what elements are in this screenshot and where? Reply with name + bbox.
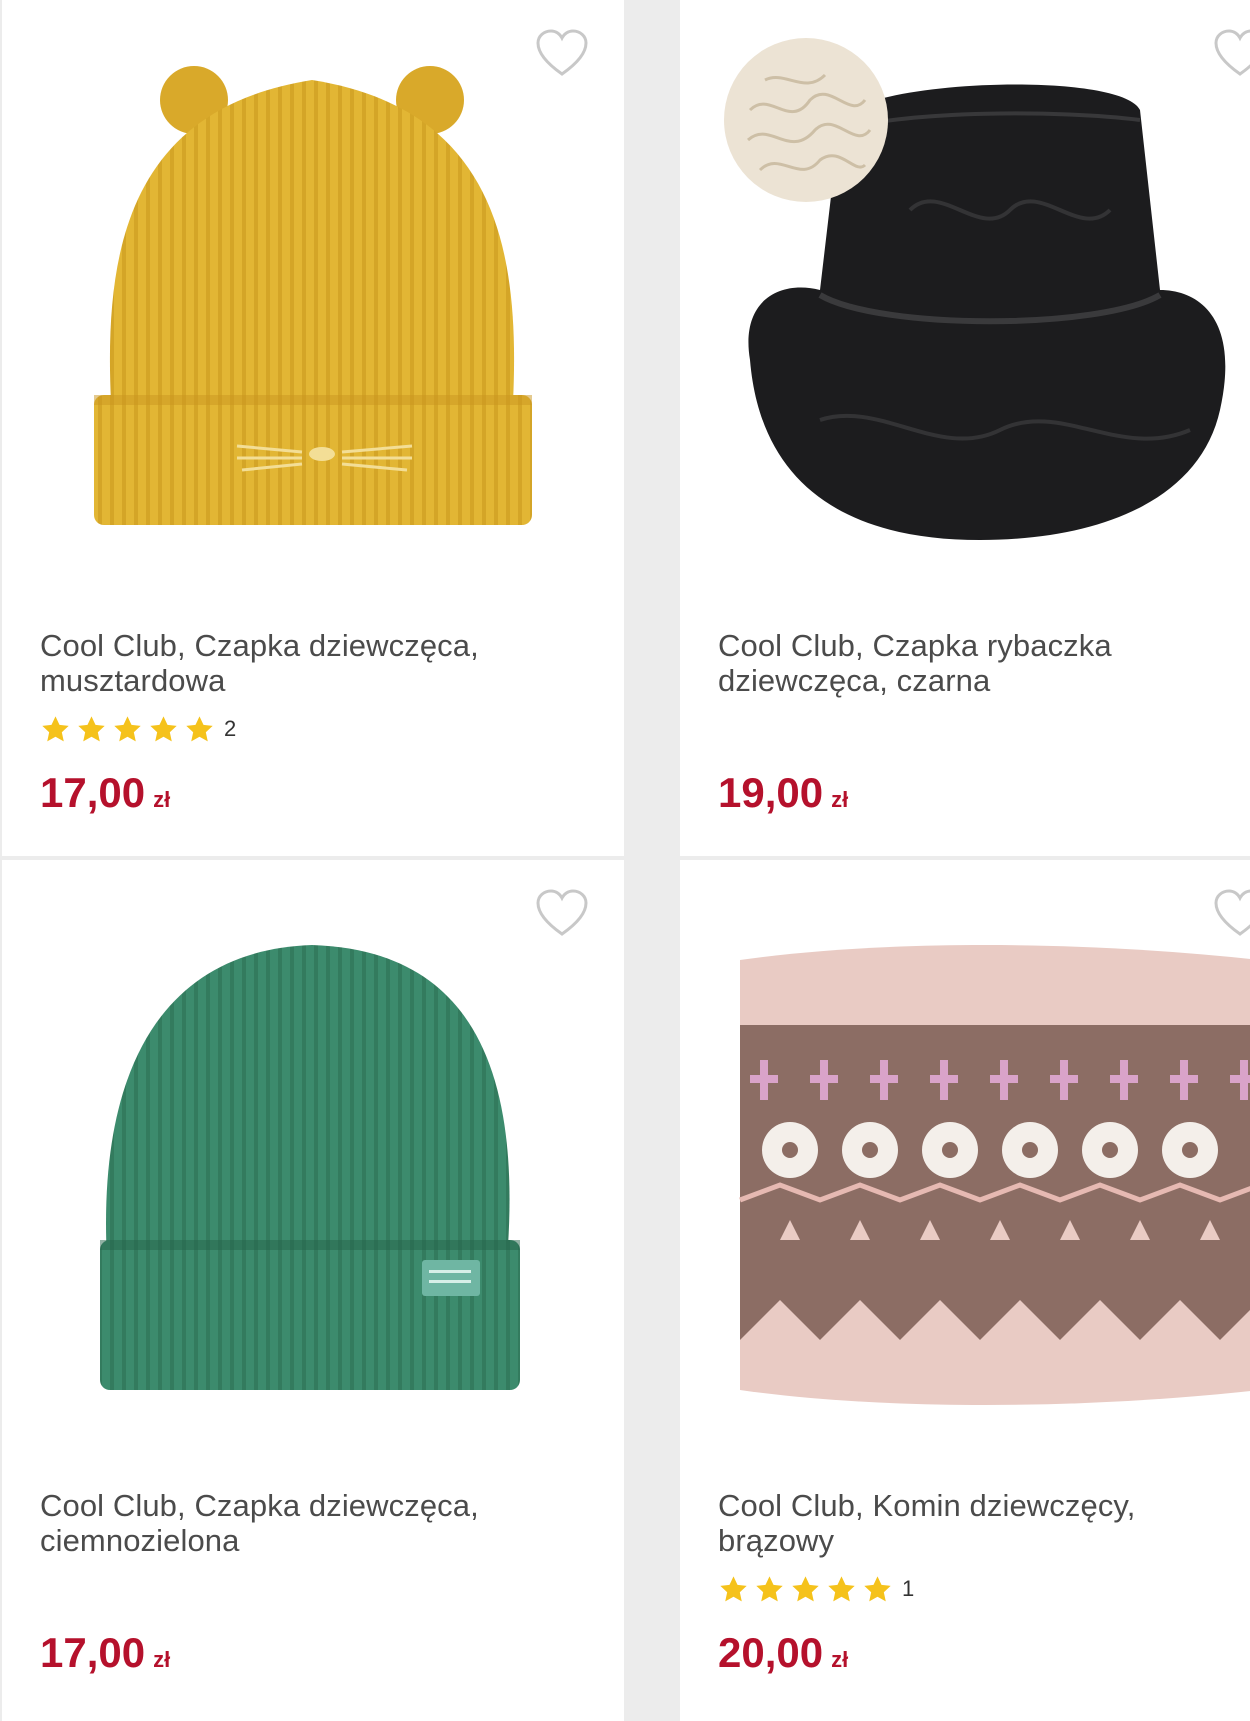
favorite-button[interactable] [534,888,590,940]
product-title[interactable]: Cool Club, Komin dziewczęcy, brązowy [718,1488,1238,1558]
dark-green-beanie-image [100,945,520,1390]
heart-outline-icon [536,29,588,76]
star-icon [720,1575,747,1601]
star-icon [186,715,213,741]
product-rating: 1 [718,1572,914,1606]
product-card[interactable]: Cool Club, Komin dziewczęcy, brązowy 1 2… [680,860,1250,1721]
star-icon [756,1575,783,1601]
product-price: 17,00 zł [40,768,170,825]
product-card[interactable]: Cool Club, Czapka rybaczka dziewczęca, c… [680,0,1250,856]
heart-outline-icon [536,889,588,936]
heart-outline-icon [1214,889,1250,936]
pink-brown-nordic-snood-image [739,945,1250,1405]
favorite-button[interactable] [1212,888,1250,940]
price-value: 17,00 [40,769,146,816]
favorite-button[interactable] [534,28,590,80]
product-price: 17,00 zł [40,1628,170,1685]
star-icon [114,715,141,741]
price-value: 17,00 [40,1629,146,1676]
product-image[interactable] [2,860,624,1460]
price-currency: zł [831,787,849,812]
product-card[interactable]: Cool Club, Czapka dziewczęca, musztardow… [2,0,624,856]
product-title[interactable]: Cool Club, Czapka dziewczęca, ciemnoziel… [40,1488,560,1558]
product-price: 20,00 zł [718,1628,848,1685]
price-currency: zł [831,1647,849,1672]
product-card[interactable]: Cool Club, Czapka dziewczęca, ciemnoziel… [2,860,624,1721]
product-image[interactable] [680,860,1250,1460]
product-price: 19,00 zł [718,768,848,825]
rating-count: 1 [902,1576,915,1601]
product-title[interactable]: Cool Club, Czapka dziewczęca, musztardow… [40,628,560,698]
price-value: 20,00 [718,1629,824,1676]
product-grid: Cool Club, Czapka dziewczęca, musztardow… [0,0,1250,1721]
mustard-cat-ear-beanie-image [94,66,532,525]
favorite-button[interactable] [1212,28,1250,80]
product-image[interactable] [2,0,624,600]
product-image[interactable] [680,0,1250,600]
star-icon [78,715,105,741]
star-icon [150,715,177,741]
star-icon [864,1575,891,1601]
black-quilted-bucket-hat-image [724,38,1226,541]
price-currency: zł [153,1647,171,1672]
rating-count: 2 [224,716,237,741]
product-rating: 2 [40,712,236,746]
price-value: 19,00 [718,769,824,816]
product-title[interactable]: Cool Club, Czapka rybaczka dziewczęca, c… [718,628,1238,698]
star-icon [828,1575,855,1601]
heart-outline-icon [1214,29,1250,76]
price-currency: zł [153,787,171,812]
star-icon [42,715,69,741]
star-icon [792,1575,819,1601]
